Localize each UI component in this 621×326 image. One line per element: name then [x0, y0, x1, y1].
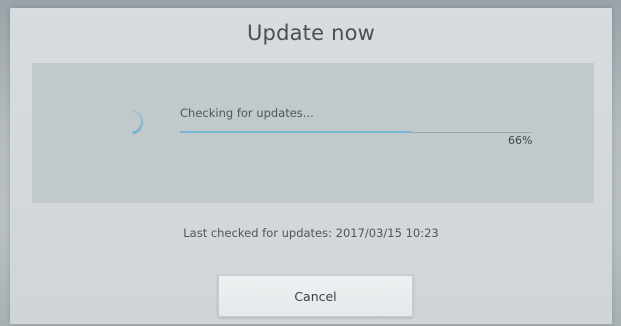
- update-dialog: Update now Checking for updates... 66% L…: [10, 8, 612, 324]
- spinner-dot: [136, 112, 139, 115]
- spinner-dot: [131, 110, 134, 113]
- spinner-dot: [132, 130, 136, 135]
- update-progress-bar: [180, 131, 532, 133]
- update-progress-panel: Checking for updates... 66%: [32, 63, 594, 203]
- progress-percent: 66%: [508, 134, 533, 147]
- update-progress-fill: [180, 131, 413, 133]
- spinner-dot: [139, 116, 143, 119]
- loading-spinner-icon: [131, 110, 144, 135]
- spinner-dot: [140, 121, 144, 125]
- dialog-title: Update now: [246, 21, 376, 45]
- update-status-text: Checking for updates...: [180, 106, 314, 120]
- tv-screen: Update now Checking for updates... 66% L…: [0, 0, 621, 326]
- last-checked-text: Last checked for updates: 2017/03/15 10:…: [183, 226, 439, 240]
- cancel-button[interactable]: Cancel: [218, 275, 413, 317]
- spinner-dot: [140, 118, 144, 122]
- spinner-dot: [138, 114, 141, 117]
- spinner-dot: [134, 110, 137, 114]
